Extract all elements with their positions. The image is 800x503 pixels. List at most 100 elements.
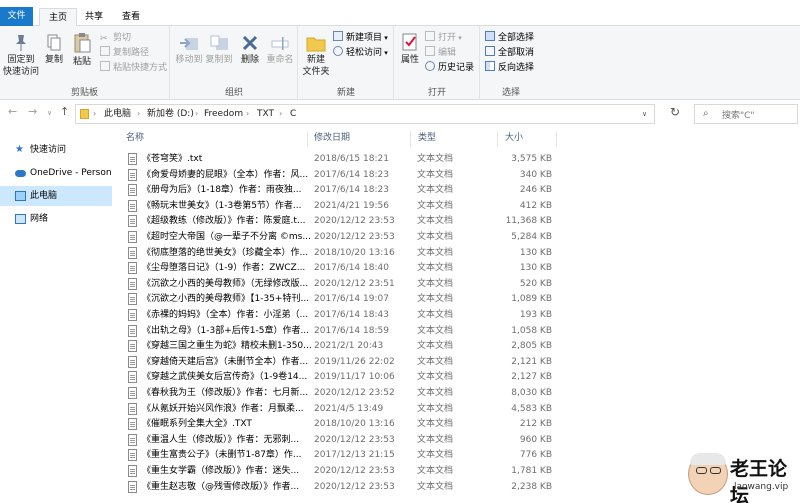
crumb-this-pc[interactable]: 此电脑	[104, 105, 131, 123]
file-row[interactable]: 《催眠系列全集大全》.TXT 2018/10/20 13:16 文本文档 212 KB	[126, 416, 556, 432]
pin-quick-access-label: 固定到 快速访问	[2, 55, 39, 77]
file-date: 2020/12/12 23:53	[314, 466, 395, 476]
file-row[interactable]: 《册母为后》（1-18章）作者：雨夜独... 2017/6/14 18:23 文本文…	[126, 182, 556, 198]
text-file-icon	[128, 355, 137, 368]
easy-access-button[interactable]: 轻松访问 ▾	[333, 46, 388, 60]
file-size: 4,583 KB	[511, 403, 552, 414]
column-header-name[interactable]: 名称	[126, 131, 144, 145]
open-button[interactable]: 打开 ▾	[425, 31, 462, 45]
select-none-button[interactable]: 全部取消	[485, 46, 534, 60]
crumb-drive-d[interactable]: 新加卷 (D:)	[147, 105, 194, 123]
copy-label: 复制	[44, 55, 63, 65]
edit-button[interactable]: 编辑	[425, 46, 456, 60]
clipboard-group: 固定到 快速访问 复制 粘贴 ✂ 剪切 复制路径 粘贴快捷方式 剪贴板	[0, 26, 170, 100]
recent-locations-chevron-icon[interactable]: ∨	[47, 109, 52, 117]
text-file-icon	[128, 168, 137, 181]
ribbon: 固定到 快速访问 复制 粘贴 ✂ 剪切 复制路径 粘贴快捷方式 剪贴板 移动到 复…	[0, 26, 800, 100]
column-divider[interactable]	[556, 131, 557, 147]
column-divider[interactable]	[497, 131, 498, 147]
file-name: 《沉欲之小西的美母教师》（无绿修改版...	[142, 278, 309, 289]
file-row[interactable]: 《重生女学霸（修改版）》作者：迷失... 2020/12/12 23:53 文本文档…	[126, 463, 556, 479]
sidebar-item-this-pc[interactable]: 此电脑	[0, 186, 112, 206]
crumb-c[interactable]: C	[290, 105, 296, 123]
file-type: 文本文档	[417, 466, 454, 476]
file-size: 130 KB	[519, 247, 552, 258]
file-row[interactable]: 《重生赵志敬（@残雪修改版）》作者... 2020/12/12 23:53 文本文档…	[126, 479, 556, 495]
sidebar-item-onedrive[interactable]: OneDrive - Personal	[0, 163, 112, 183]
file-row[interactable]: 《超级教练（修改版）》作者：陈爱庭.t... 2020/12/12 23:53 文本…	[126, 213, 556, 229]
sidebar-item-network[interactable]: 网络	[0, 209, 112, 229]
file-row[interactable]: 《从氪妖开始兴风作浪》作者：月飘柔... 2021/4/5 13:49 文本文档 4,…	[126, 401, 556, 417]
file-row[interactable]: 《肏爱母娇妻的屁眼》（全本）作者：风... 2017/6/14 18:23 文本文档…	[126, 167, 556, 183]
text-file-icon	[128, 340, 137, 353]
tab-file[interactable]: 文件	[0, 7, 33, 26]
back-arrow-icon[interactable]: ←	[8, 105, 17, 118]
column-header-size[interactable]: 大小	[505, 131, 523, 145]
new-item-label: 新建项目	[346, 33, 383, 43]
file-row[interactable]: 《尘母堕落日记》（1-9）作者：ZWCZ... 2017/6/14 18:40 文本…	[126, 260, 556, 276]
properties-button[interactable]: 属性	[398, 32, 422, 66]
refresh-icon[interactable]: ↻	[664, 105, 686, 123]
history-button[interactable]: 历史记录	[425, 61, 474, 75]
file-type: 文本文档	[417, 388, 454, 398]
file-size: 2,121 KB	[511, 356, 552, 367]
search-box[interactable]: ⌕ 搜索"C"	[694, 104, 798, 124]
column-divider[interactable]	[307, 131, 308, 147]
copy-path-button[interactable]: 复制路径	[100, 46, 149, 60]
file-row[interactable]: 《沉欲之小西的美母教师》【1-35+特刊... 2017/6/14 19:07 文本…	[126, 291, 556, 307]
select-all-button[interactable]: 全部选择	[485, 31, 534, 45]
easy-access-dropdown-icon: ▾	[382, 49, 388, 57]
column-header-type[interactable]: 类型	[418, 131, 436, 145]
file-row[interactable]: 《穿越三国之重生为蛇》精校未删1-350... 2021/2/1 20:43 文本文…	[126, 338, 556, 354]
rename-button[interactable]: 重命名	[265, 34, 295, 66]
move-to-icon	[180, 38, 198, 50]
new-item-button[interactable]: 新建项目 ▾	[333, 31, 388, 45]
new-group: 新建 文件夹 新建项目 ▾ 轻松访问 ▾ 新建	[299, 26, 394, 100]
star-icon: ★	[15, 144, 24, 155]
file-row[interactable]: 《穿越倚天建后宫》（未删节全本）作者... 2019/11/26 22:02 文本文…	[126, 354, 556, 370]
file-size: 2,805 KB	[511, 341, 552, 352]
file-row[interactable]: 《出轨之母》（1-3部+后传1-5章）作者... 2017/6/14 18:59 文…	[126, 323, 556, 339]
file-row[interactable]: 《春秋我为王（修改版）》作者：七月新... 2020/12/12 23:52 文本文…	[126, 385, 556, 401]
pin-quick-access-button[interactable]: 固定到 快速访问	[2, 34, 40, 78]
column-header-date[interactable]: 修改日期	[314, 131, 350, 145]
file-size: 340 KB	[519, 169, 552, 180]
sidebar-item-quick-access[interactable]: ★ 快速访问	[0, 140, 112, 160]
file-row[interactable]: 《穿越之武侠美女后宫传奇》（1-9卷14... 2019/11/17 10:06 文…	[126, 369, 556, 385]
file-name: 《穿越三国之重生为蛇》精校未删1-350...	[142, 341, 312, 352]
new-folder-button[interactable]: 新建 文件夹	[301, 34, 331, 78]
address-dropdown-chevron-icon[interactable]: ∨	[642, 105, 647, 123]
copy-button[interactable]: 复制	[41, 34, 67, 66]
text-file-icon	[128, 246, 137, 259]
move-to-button[interactable]: 移动到	[174, 34, 204, 66]
delete-button[interactable]: 删除	[237, 34, 263, 66]
cut-button[interactable]: ✂ 剪切	[100, 31, 131, 45]
file-row[interactable]: 《沉欲之小西的美母教师》（无绿修改版... 2020/12/12 23:51 文本文…	[126, 276, 556, 292]
paste-shortcut-button[interactable]: 粘贴快捷方式	[100, 61, 167, 75]
tab-view[interactable]: 查看	[116, 8, 146, 26]
crumb-txt[interactable]: TXT	[257, 105, 274, 123]
file-row[interactable]: 《重生富贵公子》（未删节1-87章）作... 2017/12/13 21:15 文本…	[126, 447, 556, 463]
file-row[interactable]: 《超时空大帝国（@一辈子不分离 ©ms... 2020/12/12 23:53 文本…	[126, 229, 556, 245]
text-file-icon	[128, 309, 137, 321]
file-size: 776 KB	[519, 450, 552, 461]
crumb-freedom[interactable]: Freedom	[204, 105, 243, 123]
up-arrow-icon[interactable]: ↑	[60, 105, 69, 118]
copy-to-button[interactable]: 复制到	[204, 34, 234, 66]
tab-home[interactable]: 主页	[39, 8, 77, 27]
tab-share[interactable]: 共享	[80, 8, 108, 26]
paste-button[interactable]: 粘贴	[69, 32, 95, 68]
new-item-dropdown-icon: ▾	[382, 34, 388, 42]
file-row[interactable]: 《重温人生（修改版）》作者：无邪刺... 2020/12/12 23:53 文本文档…	[126, 432, 556, 448]
file-row[interactable]: 《畅玩末世美女》（1-3卷第5节）作者... 2021/4/21 19:56 文本文…	[126, 198, 556, 214]
column-divider[interactable]	[410, 131, 411, 147]
invert-selection-button[interactable]: 反向选择	[485, 61, 534, 75]
file-row[interactable]: 《苍穹笑》.txt 2018/6/15 18:21 文本文档 3,575 KB	[126, 151, 556, 167]
file-row[interactable]: 《彻底堕落的绝世美女》（珍藏全本）作... 2018/10/20 13:16 文本文…	[126, 245, 556, 261]
address-bar[interactable]: › 此电脑 › 新加卷 (D:) › Freedom › TXT › C ∨	[75, 104, 655, 124]
delete-label: 删除	[240, 55, 259, 65]
file-row[interactable]: 《赤裸的妈妈》（全本）作者：小淫弟（... 2017/6/14 18:43 文本文档…	[126, 307, 556, 323]
organize-group: 移动到 复制到 删除 重命名 组织	[171, 26, 298, 100]
navigation-pane: ★ 快速访问 OneDrive - Personal 此电脑 网络	[0, 130, 112, 503]
forward-arrow-icon[interactable]: →	[28, 105, 37, 118]
